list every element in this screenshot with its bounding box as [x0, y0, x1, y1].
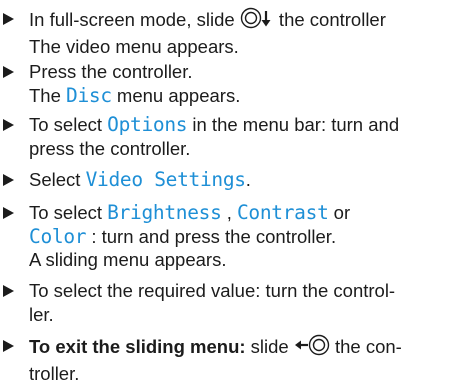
step-3-line-2: press the controller.	[29, 137, 191, 159]
bullet-arrow-icon	[3, 13, 14, 25]
step-7: To exit the sliding menu: slide the con-…	[0, 334, 472, 385]
instruction-page: In full-screen mode, slide the controlle…	[0, 0, 472, 391]
step-5-line-1: To select Brightness , Contrast or	[29, 201, 351, 224]
menu-item-color: Color	[29, 224, 87, 248]
controller-slide-down-icon	[240, 7, 274, 35]
step-5-line-2: Color : turn and press the controller.	[29, 224, 337, 248]
step-7-line-2: troller.	[29, 362, 80, 384]
exit-sliding-menu-heading: To exit the sliding menu:	[29, 336, 246, 357]
bullet-arrow-icon	[3, 340, 14, 352]
step-5: To select Brightness , Contrast or Color…	[0, 201, 472, 272]
step-1-result: The video menu appears.	[29, 35, 239, 57]
bullet-arrow-icon	[3, 207, 14, 219]
menu-item-options: Options	[107, 113, 188, 136]
step-1-line-1: In full-screen mode, slide the controlle…	[29, 7, 472, 35]
menu-item-brightness: Brightness	[107, 201, 222, 224]
step-6: To select the required value: turn the c…	[0, 279, 472, 326]
menu-item-contrast: Contrast	[236, 201, 329, 224]
step-4-line-1: Select Video Settings.	[29, 168, 251, 191]
step-2-result: The Disc menu appears.	[29, 83, 241, 107]
controller-slide-left-icon	[294, 334, 330, 362]
step-2-line-1: Press the controller.	[29, 61, 193, 82]
bullet-arrow-icon	[3, 119, 14, 131]
step-5-result: A sliding menu appears.	[29, 249, 227, 270]
menu-item-disc: Disc	[66, 83, 112, 107]
step-6-line-1: To select the required value: turn the c…	[29, 280, 396, 301]
bullet-arrow-icon	[3, 285, 14, 297]
step-2: Press the controller. The Disc menu appe…	[0, 60, 472, 107]
step-6-line-2: ler.	[29, 303, 54, 325]
step-3: To select Options in the menu bar: turn …	[0, 113, 472, 160]
bullet-arrow-icon	[3, 66, 14, 78]
bullet-arrow-icon	[3, 174, 14, 186]
step-1: In full-screen mode, slide the controlle…	[0, 7, 472, 58]
step-3-line-1: To select Options in the menu bar: turn …	[29, 113, 400, 136]
step-4: Select Video Settings.	[0, 168, 472, 192]
step-7-line-1: To exit the sliding menu: slide the con-	[29, 334, 472, 362]
menu-item-video-settings: Video Settings	[85, 168, 246, 191]
